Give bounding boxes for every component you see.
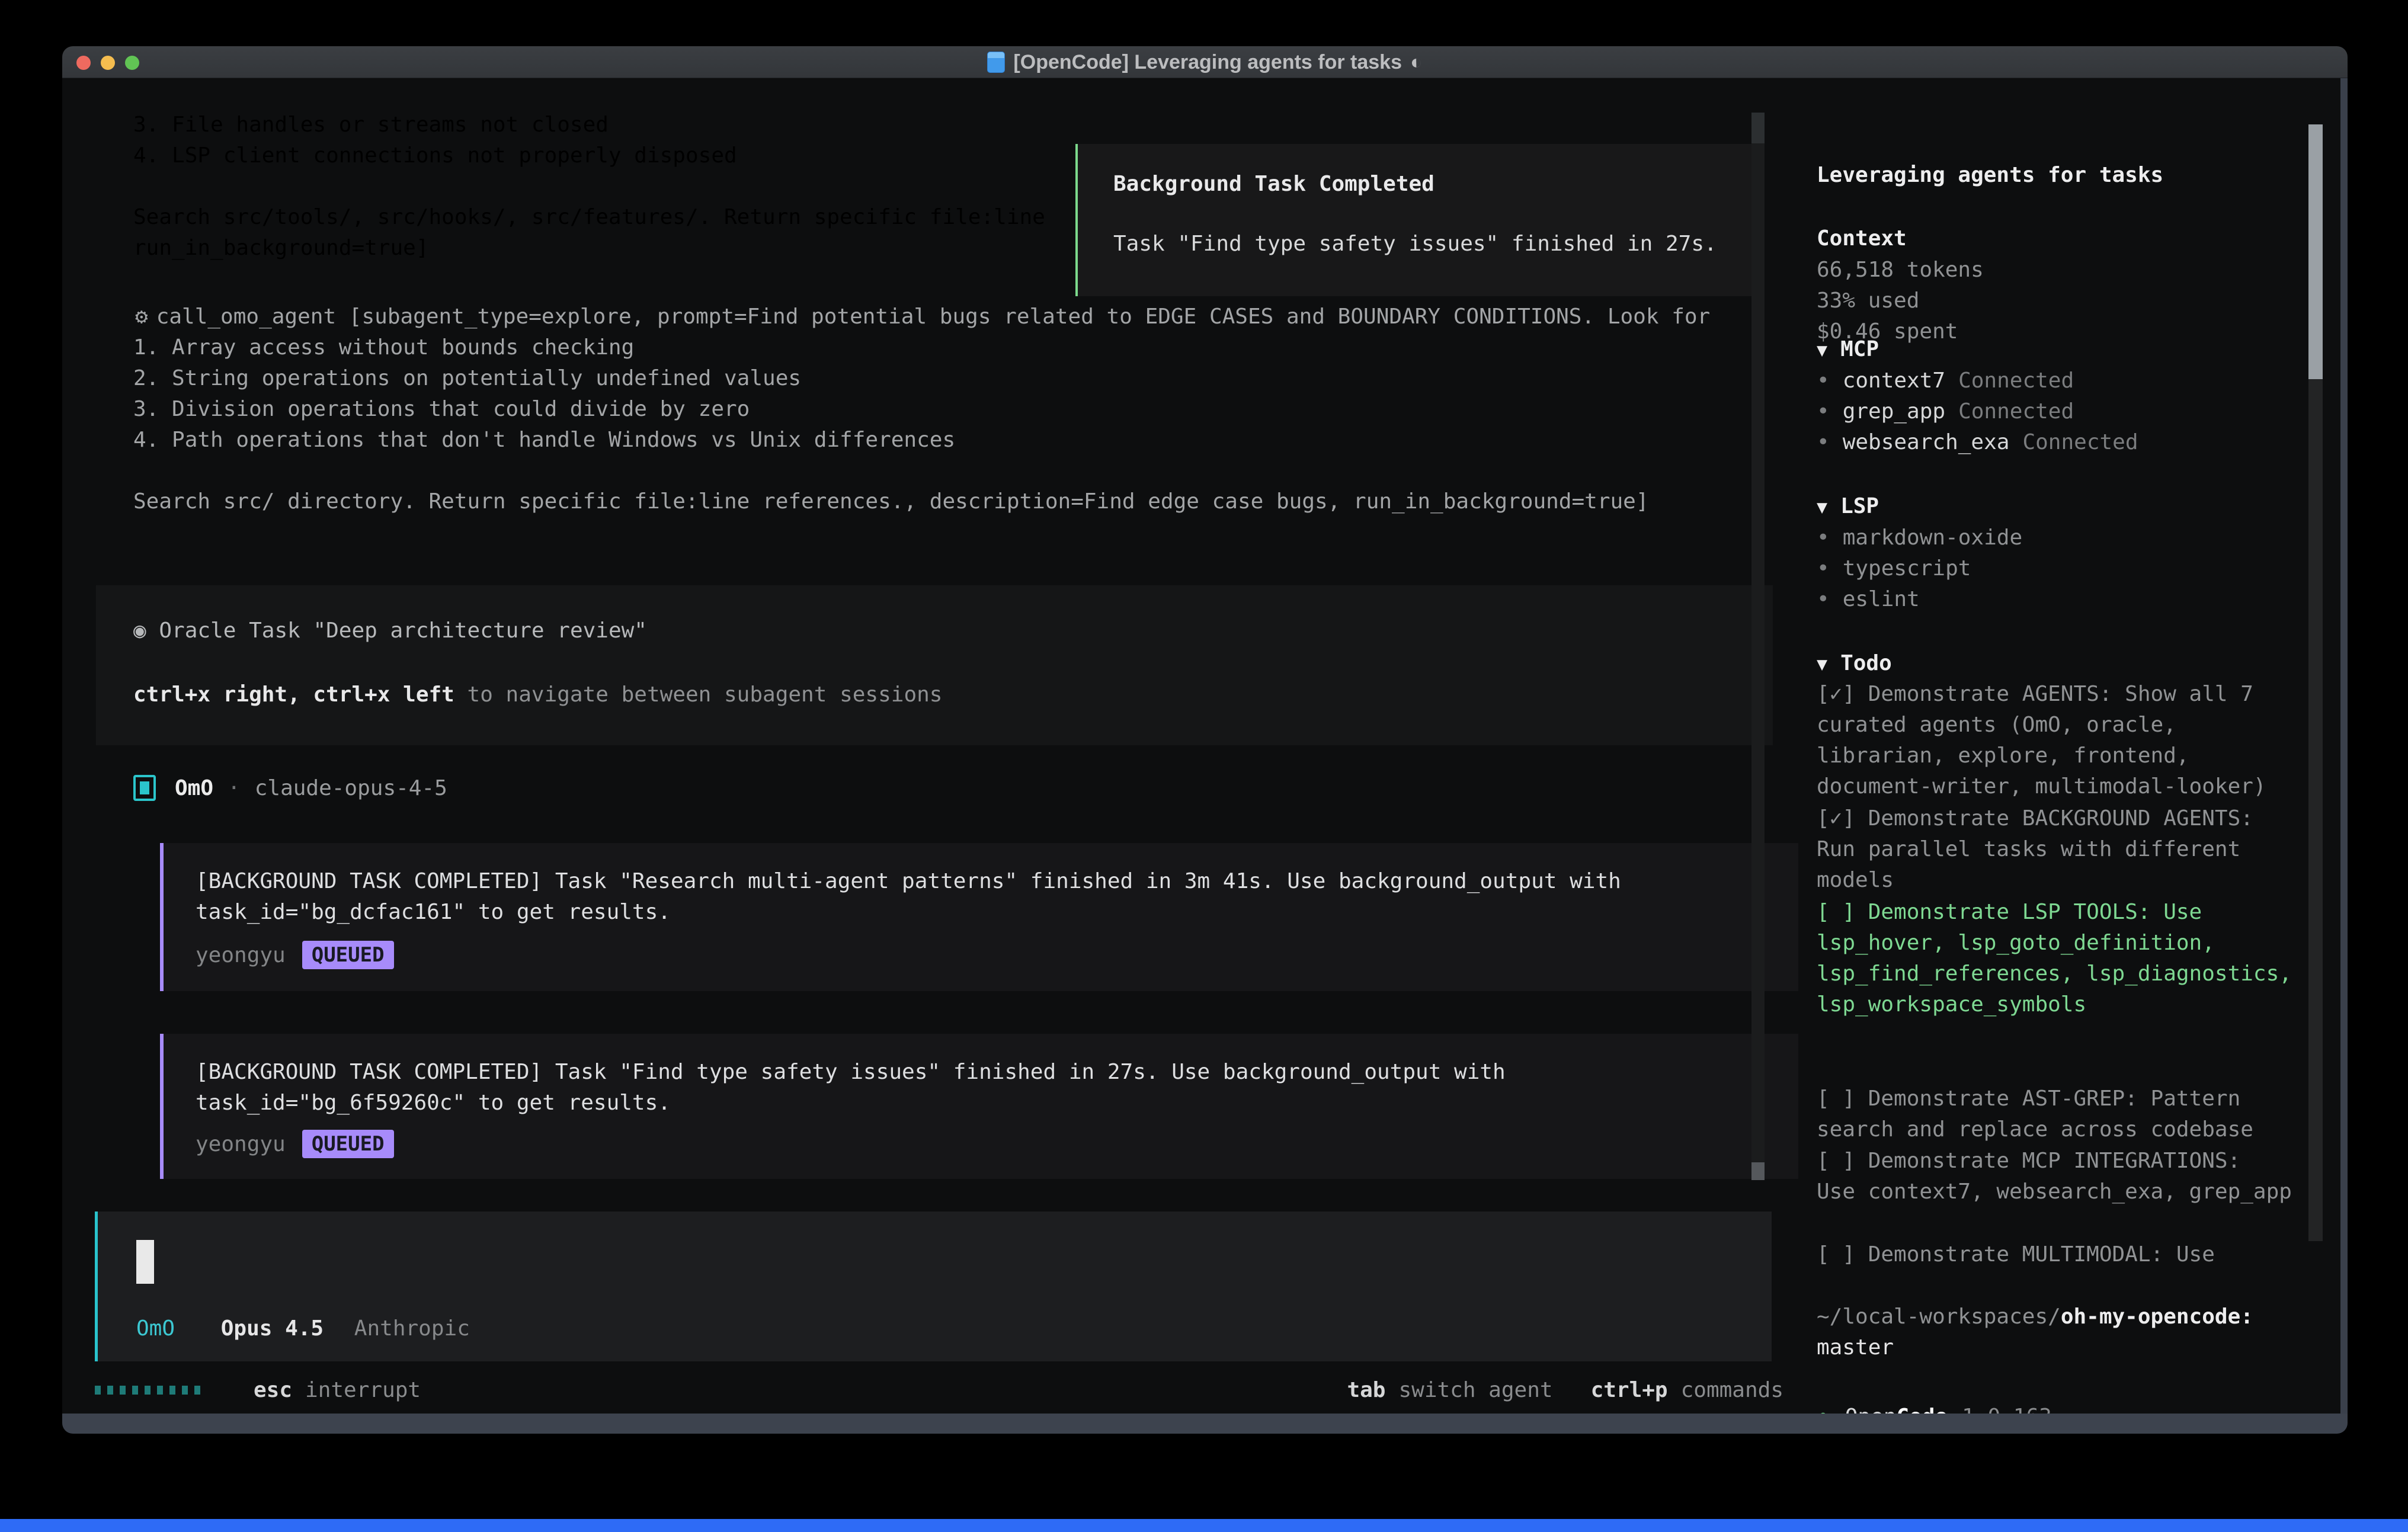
status-bar-right: tabswitch agent ctrl+pcommands: [1309, 1378, 1783, 1402]
notification-body: Task "Find type safety issues" finished …: [1113, 229, 1717, 259]
esc-key-hint: esc: [254, 1378, 292, 1402]
chat-scrollbar-thumb[interactable]: [1751, 1162, 1765, 1180]
todo-section-header[interactable]: ▼Todo: [1817, 648, 2338, 680]
task-message: [BACKGROUND TASK COMPLETED] Task "Find t…: [196, 1057, 1760, 1118]
input-provider: Anthropic: [354, 1316, 470, 1341]
status-badge: QUEUED: [302, 1130, 394, 1158]
agent-checkbox-icon: [133, 775, 156, 801]
agent-name: OmO: [175, 776, 213, 800]
todo-item-done: [✓] Demonstrate AGENTS: Show all 7 curat…: [1817, 679, 2338, 802]
agent-header: OmO · claude-opus-4-5: [133, 771, 447, 805]
prompt-input[interactable]: OmO Opus 4.5 Anthropic: [95, 1212, 1772, 1361]
status-badge: QUEUED: [302, 941, 394, 969]
lsp-item: •eslint: [1817, 584, 2338, 615]
task-meta: yeongyu QUEUED: [196, 1130, 394, 1158]
workspace-path: ~/local-workspaces/oh-my-opencode:: [1817, 1302, 2338, 1332]
chat-scrollbar-segment[interactable]: [1751, 113, 1765, 143]
todo-item-pending: [ ] Demonstrate MULTIMODAL: Use: [1817, 1239, 2338, 1270]
spinner-icon: ◐: [1410, 51, 1423, 74]
input-model: Opus 4.5: [221, 1316, 324, 1341]
background-task-notification: Background Task Completed Task "Find typ…: [1075, 144, 1765, 296]
terminal-window: [OpenCode] Leveraging agents for tasks ◐…: [62, 46, 2348, 1434]
triangle-down-icon: ▼: [1817, 654, 1827, 675]
chat-scrollbar-track[interactable]: [1751, 113, 1765, 1179]
mcp-section-header[interactable]: ▼MCP: [1817, 334, 2338, 366]
desktop-accent-strip: [0, 1519, 2408, 1532]
esc-key-label: interrupt: [305, 1378, 421, 1402]
window-title-group: [OpenCode] Leveraging agents for tasks ◐: [62, 46, 2348, 78]
progress-dots: [95, 1386, 200, 1395]
bullet-icon: •: [1817, 587, 1830, 611]
bullet-icon: •: [1817, 430, 1830, 454]
tool-call-header: ⚙ call_omo_agent [subagent_type=explore, …: [135, 302, 1747, 332]
todo-item-pending: [ ] Demonstrate AST-GREP: Pattern search…: [1817, 1084, 2338, 1145]
tool-call-text: call_omo_agent [subagent_type=explore, p…: [156, 305, 1711, 329]
user-label: yeongyu: [196, 943, 286, 967]
task-result-panel: [BACKGROUND TASK COMPLETED] Task "Resear…: [160, 843, 1798, 991]
user-label: yeongyu: [196, 1132, 286, 1156]
context-heading: Context: [1817, 223, 2338, 254]
oracle-task-title: ◉ Oracle Task "Deep architecture review": [133, 616, 647, 646]
session-title: Leveraging agents for tasks: [1817, 160, 2338, 191]
todo-item-active: [ ] Demonstrate LSP TOOLS: Use lsp_hover…: [1817, 897, 2338, 1020]
mcp-item: •websearch_exaConnected: [1817, 427, 2338, 458]
bullet-icon: •: [1817, 368, 1830, 393]
branch-label: master: [1817, 1332, 2338, 1363]
gear-icon: ⚙: [135, 305, 148, 329]
triangle-down-icon: ▼: [1817, 340, 1827, 361]
document-icon: [987, 52, 1005, 73]
mcp-item: •context7Connected: [1817, 366, 2338, 396]
bullet-icon: •: [1817, 399, 1830, 424]
lsp-item: •typescript: [1817, 553, 2338, 584]
window-bottom-bar: [62, 1414, 2348, 1434]
mcp-item: •grep_appConnected: [1817, 396, 2338, 427]
oracle-task-panel: ◉ Oracle Task "Deep architecture review"…: [96, 585, 1773, 745]
lsp-section-header[interactable]: ▼LSP: [1817, 491, 2338, 523]
bullet-icon: •: [1817, 525, 1830, 550]
tool-call-body: 1. Array access without bounds checking …: [133, 332, 1751, 517]
window-border-right: [2340, 78, 2348, 1414]
subagent-nav-hint: ctrl+x right, ctrl+x left to navigate be…: [133, 680, 942, 710]
shortcut-keys: ctrl+x right, ctrl+x left: [133, 682, 454, 707]
context-stats: 66,518 tokens 33% used $0.46 spent: [1817, 255, 2338, 347]
separator-dot: ·: [228, 776, 241, 800]
window-titlebar: [OpenCode] Leveraging agents for tasks ◐: [62, 46, 2348, 78]
record-icon: ◉: [133, 618, 146, 643]
status-bar: esc interrupt tabswitch agent ctrl+pcomm…: [95, 1373, 1783, 1406]
lsp-item: •markdown-oxide: [1817, 523, 2338, 553]
todo-item-pending: [ ] Demonstrate MCP INTEGRATIONS: Use co…: [1817, 1146, 2338, 1207]
input-meta: OmO Opus 4.5 Anthropic: [136, 1313, 470, 1344]
task-result-panel: [BACKGROUND TASK COMPLETED] Task "Find t…: [160, 1034, 1798, 1179]
input-agent-name: OmO: [136, 1316, 175, 1341]
commands-hint: ctrl+pcommands: [1591, 1378, 1783, 1402]
triangle-down-icon: ▼: [1817, 497, 1827, 518]
text-cursor: [136, 1240, 154, 1284]
task-meta: yeongyu QUEUED: [196, 941, 394, 969]
window-title: [OpenCode] Leveraging agents for tasks: [1013, 51, 1402, 74]
todo-item-done: [✓] Demonstrate BACKGROUND AGENTS: Run p…: [1817, 803, 2338, 896]
tab-hint: tabswitch agent: [1347, 1378, 1552, 1402]
bullet-icon: •: [1817, 556, 1830, 581]
task-message: [BACKGROUND TASK COMPLETED] Task "Resear…: [196, 866, 1760, 928]
notification-title: Background Task Completed: [1113, 169, 1434, 200]
agent-model: claude-opus-4-5: [255, 776, 447, 800]
sidebar-scrollbar-thumb[interactable]: [2308, 124, 2323, 379]
